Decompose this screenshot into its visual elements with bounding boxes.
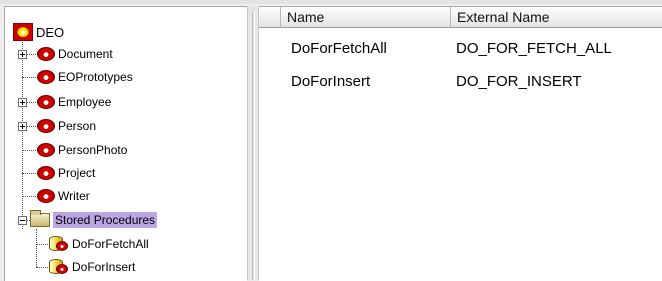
- entity-icon: [37, 189, 55, 203]
- tree-item-label: Person: [58, 119, 97, 133]
- tree-item-personphoto[interactable]: PersonPhoto: [37, 140, 127, 160]
- tree-branch-line: [36, 229, 37, 267]
- split-view-divider[interactable]: [247, 6, 259, 280]
- tree-item-eoprototypes[interactable]: EOPrototypes: [37, 67, 133, 87]
- tree-item-person[interactable]: Person: [37, 116, 96, 136]
- tree-connector: [22, 77, 38, 78]
- cell-external-name-row2[interactable]: DO_FOR_INSERT: [456, 73, 582, 90]
- expand-toggle-employee[interactable]: [18, 98, 27, 107]
- column-header-external-name[interactable]: External Name: [451, 7, 662, 28]
- tree-item-label: PersonPhoto: [58, 143, 128, 157]
- cell-name-row2[interactable]: DoForInsert: [291, 73, 370, 90]
- entity-icon: [37, 119, 55, 133]
- tree-connector: [22, 173, 38, 174]
- entity-icon: [37, 95, 55, 109]
- column-header-name[interactable]: Name: [281, 7, 451, 28]
- tree-item-employee[interactable]: Employee: [37, 92, 111, 112]
- column-header-blank: [259, 7, 281, 28]
- stored-procedure-icon: [47, 258, 69, 276]
- tree-connector: [22, 150, 38, 151]
- tree-root[interactable]: DEO: [13, 22, 64, 42]
- tree-item-label: DoForFetchAll: [72, 237, 149, 251]
- tree-item-label: DoForInsert: [72, 260, 136, 274]
- tree-item-label: Employee: [58, 95, 112, 109]
- tree-trunk-line: [22, 33, 23, 229]
- tree-item-label-selected: Stored Procedures: [53, 212, 158, 228]
- tree-item-label: Document: [58, 47, 113, 61]
- tree-item-writer[interactable]: Writer: [37, 186, 90, 206]
- tree-item-label: EOPrototypes: [58, 70, 133, 84]
- tree-item-project[interactable]: Project: [37, 163, 95, 183]
- divider-grip: [252, 12, 253, 280]
- tree-item-label: Project: [58, 166, 96, 180]
- tree-item-label: Writer: [58, 189, 90, 203]
- stored-procedure-icon: [47, 235, 69, 253]
- tree-item-stored-procedures[interactable]: Stored Procedures: [30, 210, 158, 230]
- tree-item-doforinsert[interactable]: DoForInsert: [47, 257, 135, 277]
- collapse-toggle-stored-procedures[interactable]: [18, 216, 27, 225]
- expand-toggle-person[interactable]: [18, 122, 27, 131]
- model-tree[interactable]: DEO Document EOPrototypes Employee Perso…: [4, 6, 247, 281]
- tree-root-label: DEO: [36, 24, 65, 40]
- expand-toggle-document[interactable]: [18, 50, 27, 59]
- eomodel-icon: [13, 23, 33, 41]
- folder-icon: [30, 210, 50, 227]
- entity-icon: [37, 143, 55, 157]
- entity-icon: [37, 70, 55, 84]
- divider-grip-highlight: [254, 12, 255, 280]
- procedures-table[interactable]: Name External Name DoForFetchAll DO_FOR_…: [259, 6, 662, 281]
- tree-connector: [22, 196, 38, 197]
- entity-icon: [37, 47, 55, 61]
- cell-name-row1[interactable]: DoForFetchAll: [291, 40, 387, 57]
- top-border: [0, 0, 662, 4]
- tree-item-document[interactable]: Document: [37, 44, 113, 64]
- entity-icon: [37, 166, 55, 180]
- cell-external-name-row1[interactable]: DO_FOR_FETCH_ALL: [456, 40, 612, 57]
- tree-item-doforfetchall[interactable]: DoForFetchAll: [47, 234, 149, 254]
